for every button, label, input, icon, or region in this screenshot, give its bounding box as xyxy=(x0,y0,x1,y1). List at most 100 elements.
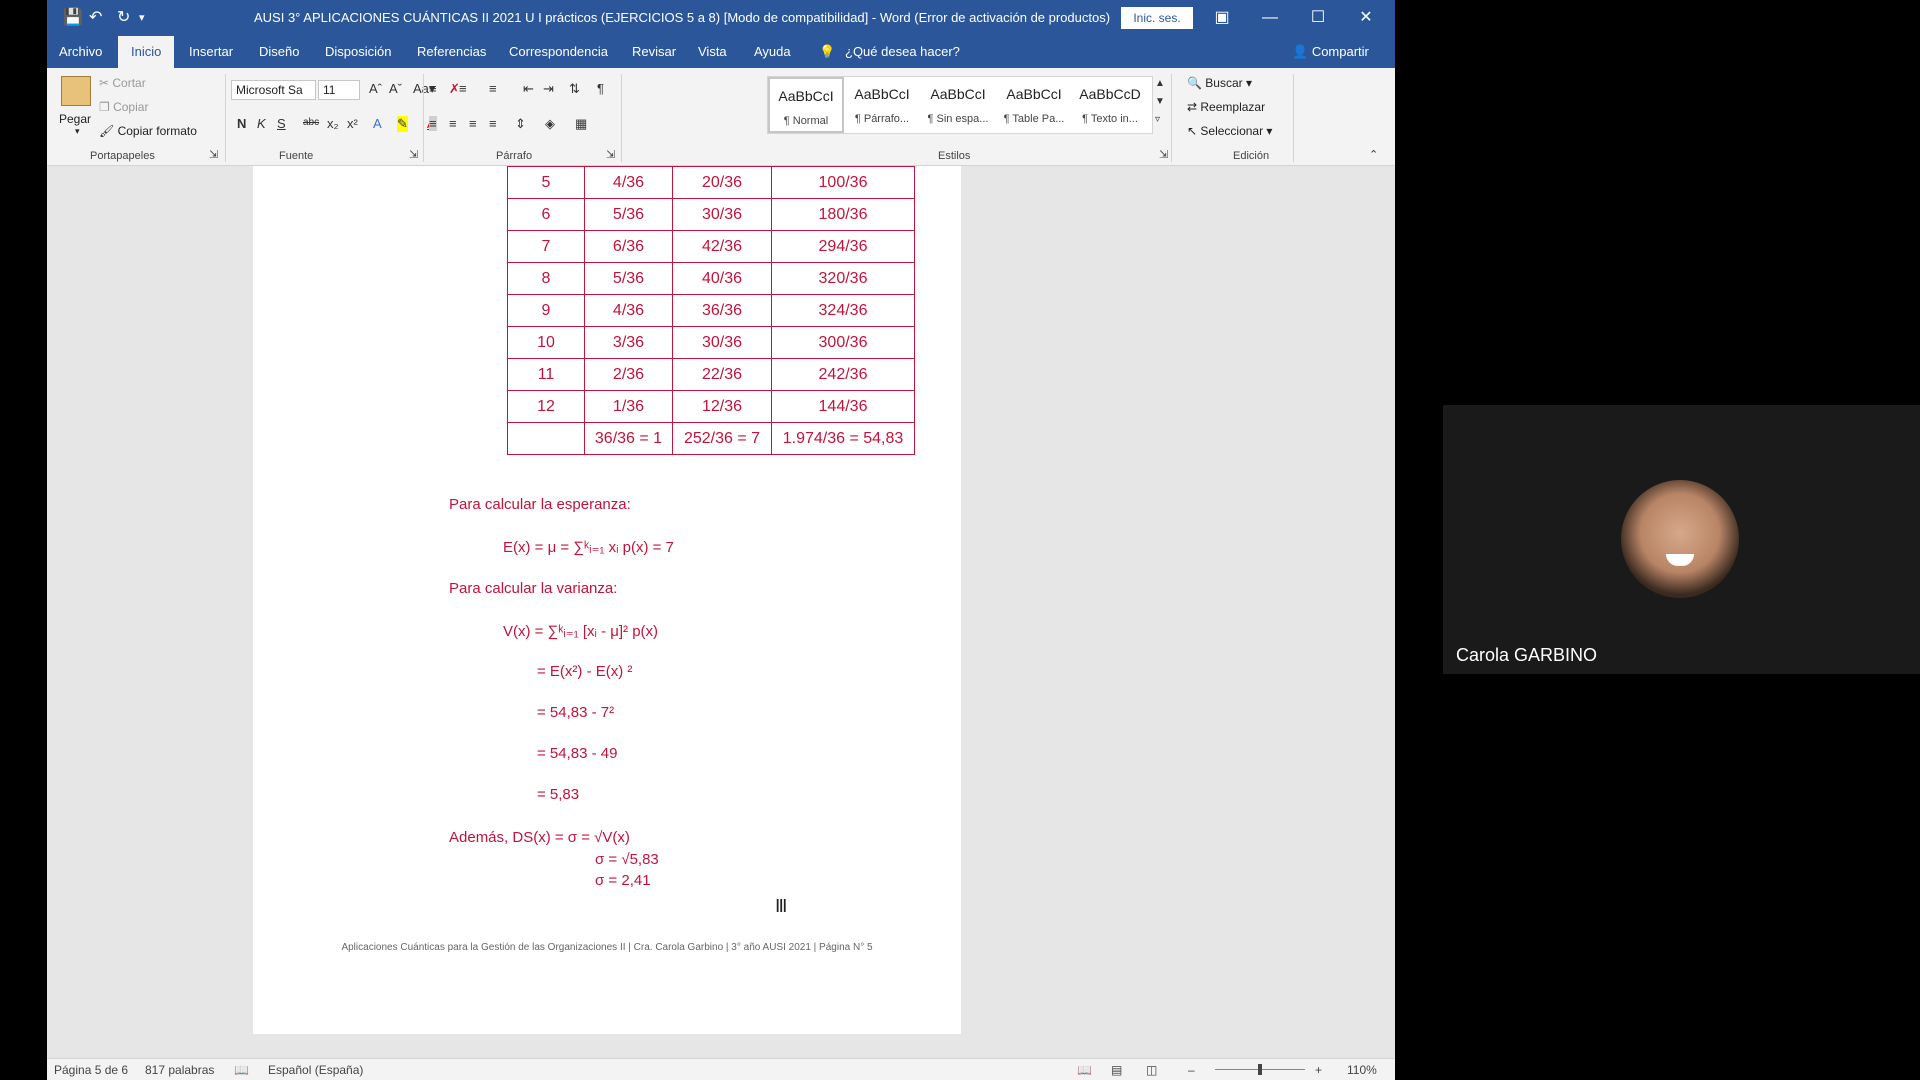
tab-disposicion[interactable]: Disposición xyxy=(325,44,391,59)
zoom-level[interactable]: 110% xyxy=(1347,1063,1377,1077)
styles-launcher-icon[interactable]: ⇲ xyxy=(1159,148,1168,161)
tab-correspondencia[interactable]: Correspondencia xyxy=(509,44,608,59)
subscript-icon[interactable]: x₂ xyxy=(327,116,339,131)
style-table-paragraph[interactable]: AaBbCcI ¶ Table Pa... xyxy=(996,77,1072,133)
superscript-icon[interactable]: x² xyxy=(347,116,358,131)
text-effects-icon[interactable]: A xyxy=(373,116,382,131)
table-row: 6 5/36 30/36 180/36 xyxy=(507,198,915,231)
participant-avatar xyxy=(1621,480,1739,598)
ribbon: Pegar ▾ ✂ Cortar ❐ Copiar 🖌 Copiar forma… xyxy=(47,68,1395,166)
customize-toolbar-icon[interactable]: ▾ xyxy=(139,11,145,24)
language[interactable]: Español (España) xyxy=(268,1063,363,1077)
paste-dropdown-icon[interactable]: ▾ xyxy=(75,126,80,137)
tab-vista[interactable]: Vista xyxy=(698,44,727,59)
align-right-icon[interactable]: ≡ xyxy=(469,116,477,131)
font-size-box[interactable]: 11 xyxy=(318,80,360,100)
clipboard-launcher-icon[interactable]: ⇲ xyxy=(209,148,218,161)
multilevel-list-icon[interactable]: ≡ xyxy=(489,81,497,96)
tab-referencias[interactable]: Referencias xyxy=(417,44,486,59)
zoom-out-icon[interactable]: – xyxy=(1188,1063,1195,1077)
paragraph-launcher-icon[interactable]: ⇲ xyxy=(606,148,615,161)
table-cell: 10 xyxy=(507,326,585,359)
read-mode-icon[interactable]: 📖 xyxy=(1077,1063,1092,1077)
table-cell: 12/36 xyxy=(672,390,772,423)
word-count[interactable]: 817 palabras xyxy=(145,1063,214,1077)
table-cell: 36/36 = 1 xyxy=(584,422,673,455)
italic-icon[interactable]: K xyxy=(257,116,266,131)
styles-scroll-up-icon[interactable]: ▲ xyxy=(1155,78,1165,89)
collapse-ribbon-icon[interactable]: ⌃ xyxy=(1369,148,1378,161)
tell-me-search[interactable]: ¿Qué desea hacer? xyxy=(845,44,960,59)
format-painter-button[interactable]: 🖌 Copiar formato xyxy=(99,124,197,138)
variance-formula: V(x) = ∑ᵏᵢ₌₁ [xᵢ - μ]² p(x) xyxy=(503,623,659,640)
show-marks-icon[interactable]: ¶ xyxy=(597,81,604,96)
tab-diseno[interactable]: Diseño xyxy=(259,44,299,59)
style-paragraph[interactable]: AaBbCcI ¶ Párrafo... xyxy=(844,77,920,133)
align-center-icon[interactable]: ≡ xyxy=(449,116,457,131)
shading-icon[interactable]: ◈ xyxy=(545,116,555,132)
font-name-box[interactable]: Microsoft Sa xyxy=(231,80,316,100)
table-body: 5 4/36 20/36 100/36 6 5/36 30/36 180/36 7 6/36 42/… xyxy=(507,166,915,455)
zoom-in-icon[interactable]: + xyxy=(1315,1063,1322,1077)
tab-insertar[interactable]: Insertar xyxy=(189,44,233,59)
replace-button[interactable]: ⇄ Reemplazar xyxy=(1187,100,1265,114)
document-page[interactable]: 5 4/36 20/36 100/36 6 5/36 30/36 180/36 7 6/36 42/… xyxy=(253,166,961,1034)
bullets-icon[interactable]: ≡ xyxy=(429,81,437,96)
underline-icon[interactable]: S xyxy=(277,116,286,131)
table-cell: 5/36 xyxy=(584,198,673,231)
copy-icon: ❐ xyxy=(99,100,114,114)
minimize-icon[interactable]: — xyxy=(1250,6,1290,30)
search-icon: 🔍 xyxy=(1187,76,1206,90)
styles-scroll-down-icon[interactable]: ▼ xyxy=(1155,96,1165,107)
save-icon[interactable]: 💾 xyxy=(63,7,83,27)
sign-in-button[interactable]: Inic. ses. xyxy=(1121,7,1193,29)
align-left-icon[interactable]: ≡ xyxy=(429,116,437,131)
tab-revisar[interactable]: Revisar xyxy=(632,44,676,59)
window-title: AUSI 3° APLICACIONES CUÁNTICAS II 2021 U… xyxy=(254,10,1111,25)
table-cell: 30/36 xyxy=(672,326,772,359)
font-launcher-icon[interactable]: ⇲ xyxy=(409,148,418,161)
shrink-font-icon[interactable]: Aˇ xyxy=(389,81,402,96)
numbering-icon[interactable]: ≡ xyxy=(459,81,467,96)
strikethrough-icon[interactable]: abc xyxy=(303,117,319,128)
decrease-indent-icon[interactable]: ⇤ xyxy=(523,81,534,97)
web-layout-icon[interactable]: ◫ xyxy=(1146,1063,1157,1077)
highlight-icon[interactable]: ✎ xyxy=(397,116,408,132)
grow-font-icon[interactable]: Aˆ xyxy=(369,81,382,96)
copy-button[interactable]: ❐ Copiar xyxy=(99,100,148,114)
participant-name: Carola GARBINO xyxy=(1456,645,1598,665)
paste-button[interactable]: Pegar xyxy=(59,112,91,126)
sort-icon[interactable]: ⇅ xyxy=(569,81,580,97)
ribbon-display-icon[interactable]: ▣ xyxy=(1202,6,1242,30)
close-icon[interactable]: ✕ xyxy=(1346,6,1386,30)
tab-ayuda[interactable]: Ayuda xyxy=(754,44,791,59)
increase-indent-icon[interactable]: ⇥ xyxy=(543,81,554,97)
zoom-slider-thumb[interactable] xyxy=(1258,1064,1262,1075)
table-cell: 1.974/36 = 54,83 xyxy=(771,422,915,455)
maximize-icon[interactable]: ☐ xyxy=(1298,6,1338,30)
borders-icon[interactable]: ▦ xyxy=(575,116,587,132)
table-row: 11 2/36 22/36 242/36 xyxy=(507,358,915,391)
cut-button[interactable]: ✂ Cortar xyxy=(99,76,146,90)
justify-icon[interactable]: ≡ xyxy=(489,116,497,131)
person-icon: 👤 xyxy=(1292,44,1312,59)
bold-icon[interactable]: N xyxy=(237,116,246,131)
style-body-text[interactable]: AaBbCcD ¶ Texto in... xyxy=(1072,77,1148,133)
redo-icon[interactable]: ↻ xyxy=(117,7,130,27)
lightbulb-icon: 💡 xyxy=(819,44,836,59)
find-button[interactable]: 🔍 Buscar ▾ xyxy=(1187,76,1252,90)
print-layout-icon[interactable]: ▤ xyxy=(1111,1063,1122,1077)
page-count[interactable]: Página 5 de 6 xyxy=(54,1063,128,1077)
styles-more-icon[interactable]: ▿ xyxy=(1155,114,1160,125)
style-normal[interactable]: AaBbCcI ¶ Normal xyxy=(768,77,844,133)
select-button[interactable]: ↖ Seleccionar ▾ xyxy=(1187,124,1272,138)
tab-inicio[interactable]: Inicio xyxy=(118,36,175,68)
table-cell: 252/36 = 7 xyxy=(672,422,772,455)
tab-archivo[interactable]: Archivo xyxy=(59,44,102,59)
paste-icon[interactable] xyxy=(61,76,91,106)
line-spacing-icon[interactable]: ⇕ xyxy=(515,116,526,132)
undo-icon[interactable]: ↶ xyxy=(89,7,102,27)
proofing-icon[interactable]: 📖 xyxy=(234,1063,249,1077)
share-button[interactable]: 👤 Compartir xyxy=(1292,44,1369,60)
style-no-spacing[interactable]: AaBbCcI ¶ Sin espa... xyxy=(920,77,996,133)
